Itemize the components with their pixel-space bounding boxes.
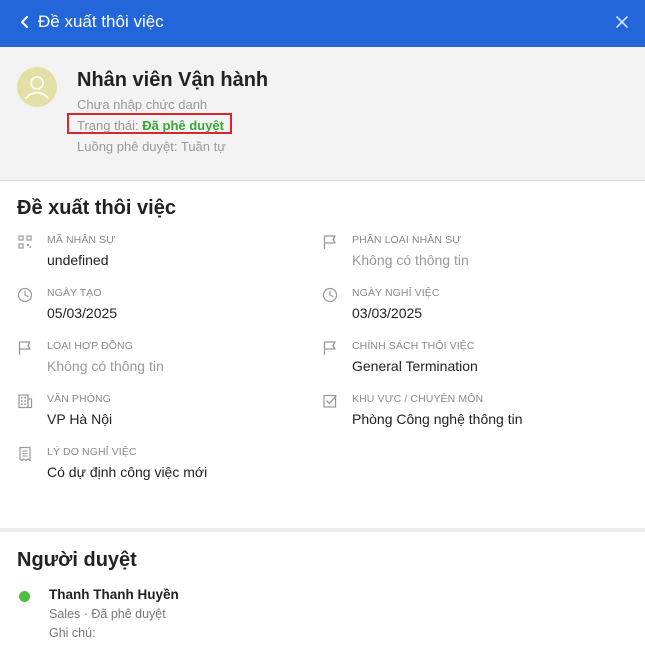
field-label: Văn phòng (47, 393, 111, 405)
flag-icon (323, 341, 336, 355)
field-value: General Termination (352, 358, 478, 374)
field-value: Không có thông tin (352, 252, 469, 268)
page-title: Đề xuất thôi việc (38, 12, 164, 31)
clock-icon (322, 287, 338, 303)
flag-icon (18, 341, 31, 355)
qr-code-icon (18, 235, 32, 249)
field-value: VP Hà Nội (47, 411, 113, 427)
field-value: Phòng Công nghệ thông tin (352, 411, 523, 427)
avatar (17, 67, 57, 107)
field-value: undefined (47, 252, 109, 268)
field-label: Chính sách thôi việc (352, 340, 475, 352)
field-value: 03/03/2025 (352, 305, 423, 321)
status-line: Trạng thái: Đã phê duyệt (77, 118, 224, 133)
approver-note: Ghi chú: (49, 626, 96, 640)
job-title: Chưa nhập chức danh (77, 97, 208, 112)
field-label: Mã nhân sự (47, 234, 116, 246)
approver-status-dot (19, 591, 30, 602)
section-divider (0, 528, 645, 532)
field-label: Lý do nghỉ việc (47, 446, 137, 458)
field-label: Phân loại nhân sự (352, 234, 462, 246)
chevron-left-icon[interactable] (14, 11, 34, 33)
profile-card: Nhân viên Vận hành Chưa nhập chức danh T… (0, 47, 645, 181)
field-value: Có dự định công việc mới (47, 464, 208, 480)
status-value: Đã phê duyệt (142, 118, 224, 133)
field-label: Khu vực / Chuyên môn (352, 393, 484, 405)
field-label: Ngày nghỉ việc (352, 287, 440, 299)
top-bar: Đề xuất thôi việc (0, 0, 645, 47)
flag-icon (323, 235, 336, 249)
approval-flow: Luồng phê duyệt: Tuần tự (77, 139, 226, 154)
status-label: Trạng thái: (77, 118, 143, 133)
approver-name: Thanh Thanh Huyền (49, 587, 179, 602)
receipt-icon (19, 446, 31, 462)
building-icon (18, 394, 33, 409)
employee-name: Nhân viên Vận hành (77, 69, 269, 91)
checkbox-icon (323, 394, 337, 408)
approver-meta: Sales · Đã phê duyệt (49, 607, 166, 621)
field-label: Loại hợp đồng (47, 340, 133, 352)
user-avatar-icon (25, 76, 49, 99)
field-value: Không có thông tin (47, 358, 164, 374)
approvers-title: Người duyệt (17, 549, 137, 571)
clock-icon (17, 287, 33, 303)
field-value: 05/03/2025 (47, 305, 118, 321)
field-label: Ngày tạo (47, 287, 102, 299)
details-title: Đề xuất thôi việc (17, 197, 176, 219)
close-icon[interactable] (612, 12, 632, 32)
